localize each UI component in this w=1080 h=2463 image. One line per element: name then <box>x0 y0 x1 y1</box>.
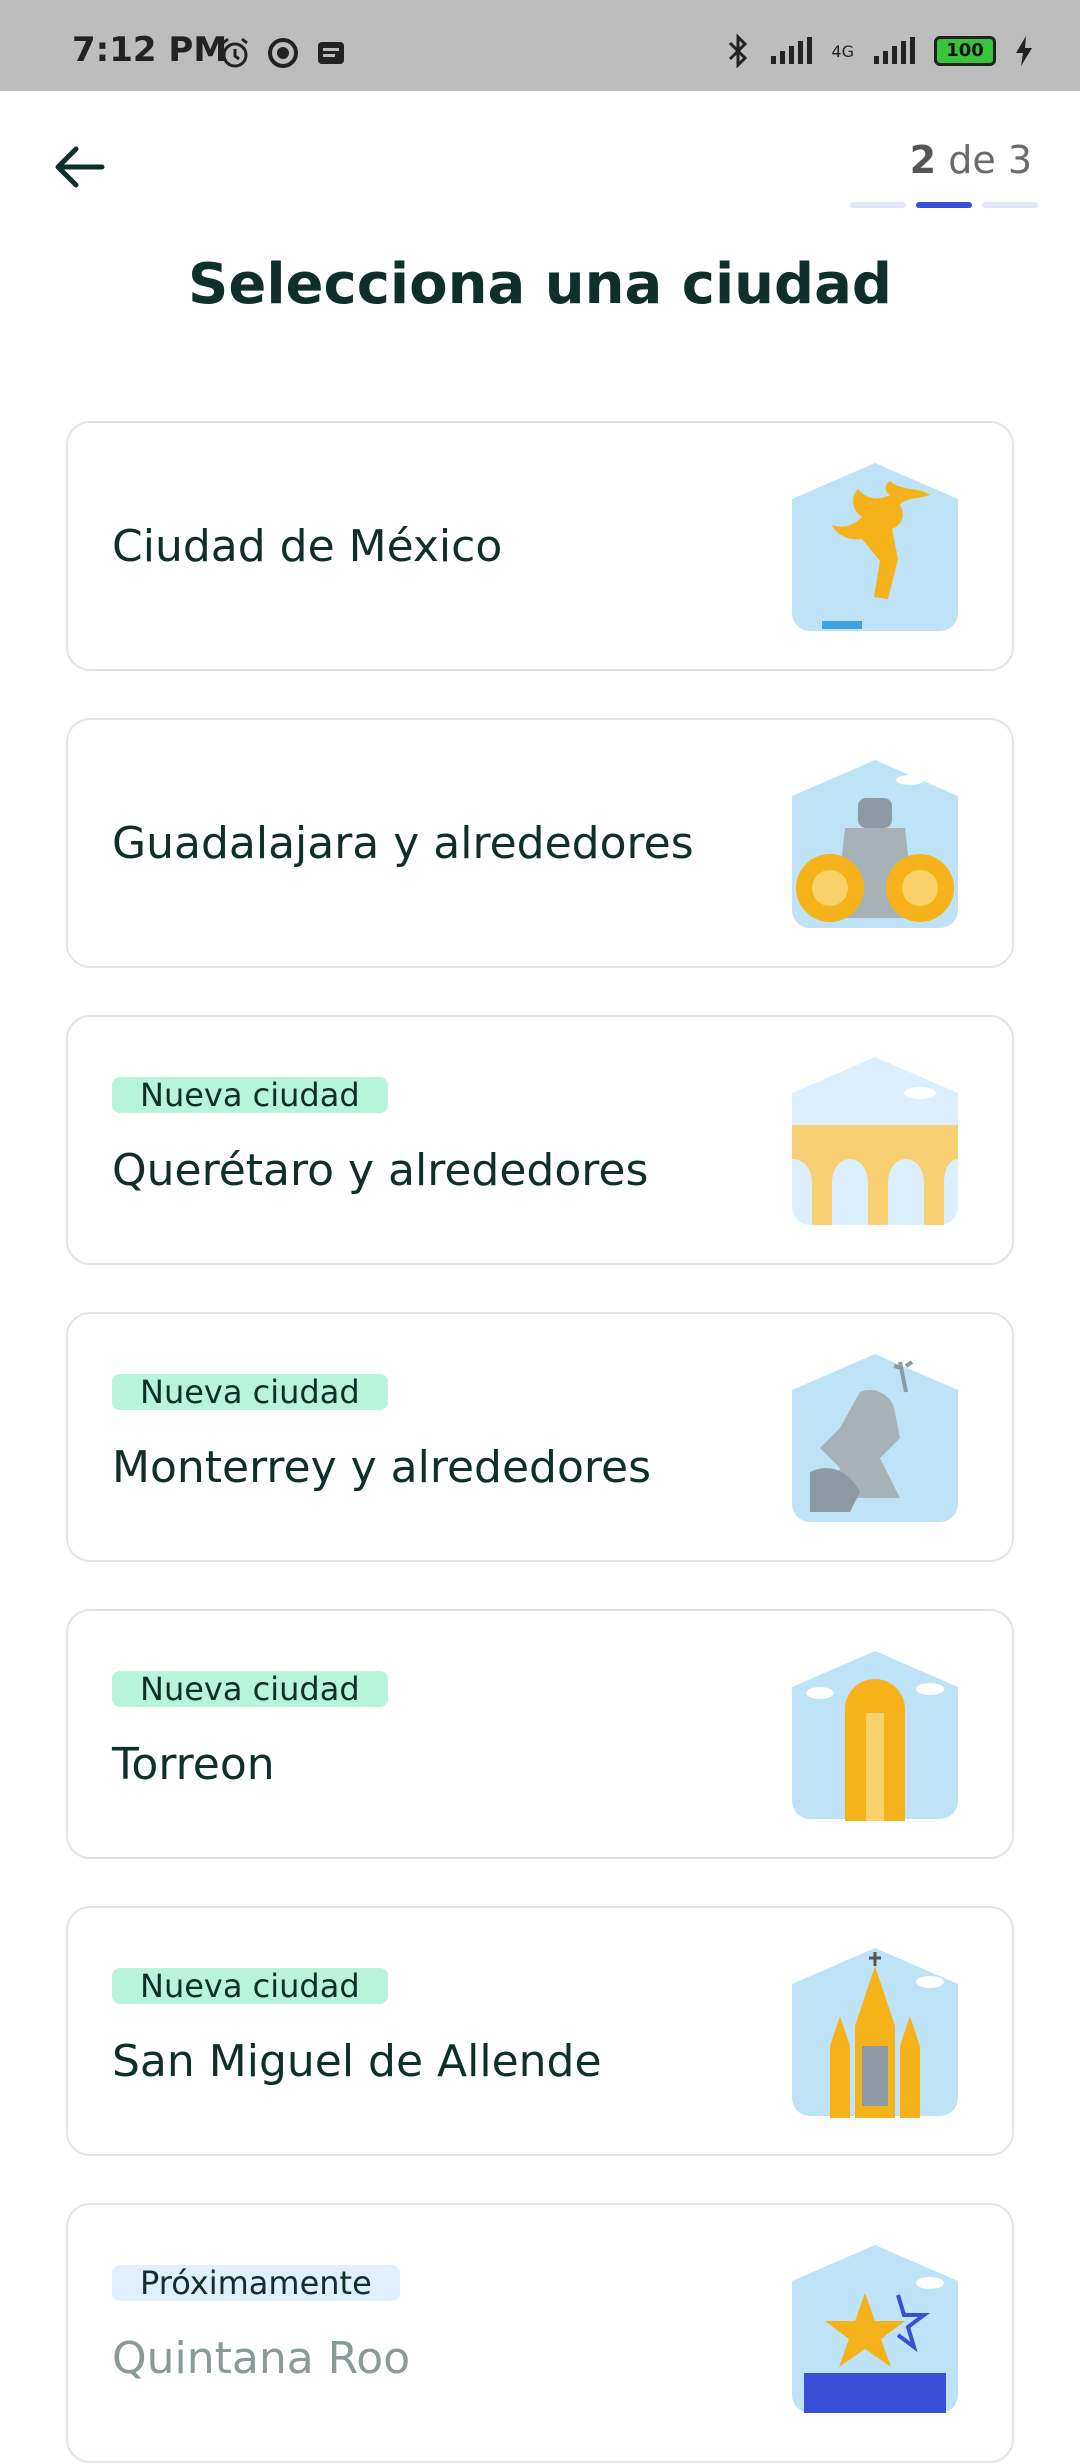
bluetooth-icon <box>729 34 748 68</box>
coming-soon-badge: Próximamente <box>112 2265 400 2301</box>
new-city-badge: Nueva ciudad <box>112 1671 388 1707</box>
new-city-badge: Nueva ciudad <box>112 1374 388 1410</box>
signal-icon <box>771 37 813 64</box>
city-name: Torreon <box>112 1739 275 1790</box>
charging-icon <box>1016 36 1032 66</box>
current-step: 2 <box>909 138 937 182</box>
status-notification-icons <box>218 36 348 70</box>
guadalajara-monument-illustration <box>792 760 958 928</box>
battery-indicator: 100 <box>934 36 996 66</box>
step-indicator: 2 de 3 <box>910 138 1032 182</box>
progress-segment-2 <box>916 202 972 208</box>
city-card-torreon[interactable]: Nueva ciudad Torreon <box>66 1609 1014 1859</box>
alarm-icon <box>222 37 248 68</box>
back-arrow-icon[interactable] <box>50 140 110 194</box>
data-saver-icon <box>268 38 298 68</box>
starfish-beach-illustration <box>792 2245 958 2413</box>
status-time: 7:12 PM <box>72 30 228 70</box>
aqueduct-illustration <box>792 1057 958 1225</box>
city-name: Ciudad de México <box>112 521 503 572</box>
angel-independence-illustration <box>792 463 958 631</box>
message-icon <box>318 42 344 64</box>
progress-segment-1 <box>850 202 906 208</box>
parroquia-church-illustration <box>792 1948 958 2118</box>
progress-segment-3 <box>982 202 1038 208</box>
signal-icon-2 <box>874 37 915 64</box>
total-steps: 3 <box>1007 138 1032 182</box>
city-name: Quintana Roo <box>112 2333 411 2384</box>
city-name: Guadalajara y alrededores <box>112 818 694 869</box>
page-title: Selecciona una ciudad <box>188 252 892 317</box>
city-card-monterrey[interactable]: Nueva ciudad Monterrey y alrededores <box>66 1312 1014 1562</box>
city-name: Querétaro y alrededores <box>112 1145 649 1196</box>
city-card-san-miguel[interactable]: Nueva ciudad San Miguel de Allende <box>66 1906 1014 2156</box>
city-card-queretaro[interactable]: Nueva ciudad Querétaro y alrededores <box>66 1015 1014 1265</box>
city-card-cdmx[interactable]: Ciudad de México <box>66 421 1014 671</box>
battery-level: 100 <box>946 40 984 61</box>
new-city-badge: Nueva ciudad <box>112 1077 388 1113</box>
status-bar: 7:12 PM 4G 100 <box>0 0 1080 91</box>
torreon-monument-illustration <box>792 1651 958 1821</box>
status-system-icons: 4G 100 <box>725 34 1034 68</box>
city-name: San Miguel de Allende <box>112 2036 602 2087</box>
neptune-statue-illustration <box>792 1354 958 1522</box>
new-city-badge: Nueva ciudad <box>112 1968 388 2004</box>
step-separator: de <box>948 138 996 182</box>
city-card-quintana-roo: Próximamente Quintana Roo <box>66 2203 1014 2463</box>
city-card-guadalajara[interactable]: Guadalajara y alrededores <box>66 718 1014 968</box>
network-type: 4G <box>831 41 854 61</box>
city-name: Monterrey y alrededores <box>112 1442 651 1493</box>
